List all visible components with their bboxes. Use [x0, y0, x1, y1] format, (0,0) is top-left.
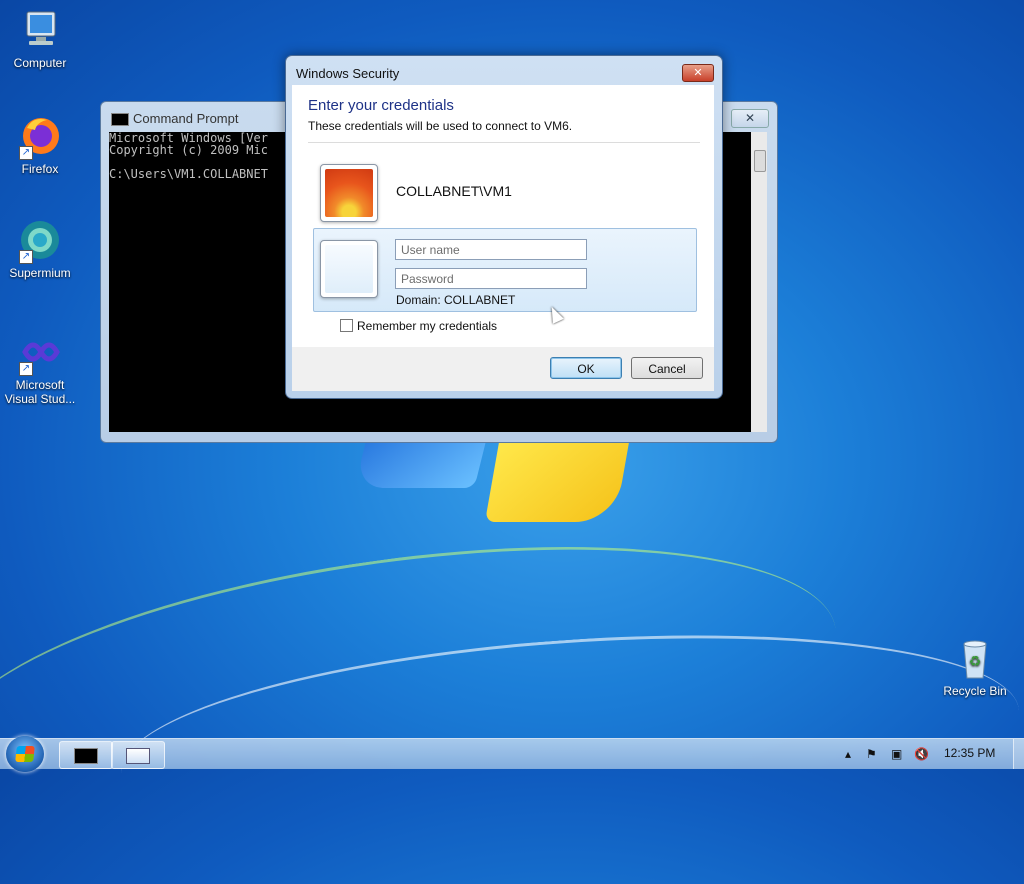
cmd-title-bar[interactable]: Command Prompt	[111, 111, 239, 127]
shortcut-arrow-icon: ↗	[19, 146, 33, 160]
desktop-icon-label: Supermium	[9, 266, 71, 280]
desktop-icon-visual-studio[interactable]: ↗ Microsoft Visual Stud...	[1, 330, 79, 406]
cmd-title: Command Prompt	[133, 111, 239, 126]
show-desktop-button[interactable]	[1013, 739, 1024, 769]
dialog-content: Enter your credentials These credentials…	[292, 85, 714, 347]
cancel-button[interactable]: Cancel	[631, 357, 703, 379]
desktop-icon-label: Firefox	[21, 162, 59, 176]
desktop-icon-firefox[interactable]: ↗ Firefox	[1, 114, 79, 176]
remember-label: Remember my credentials	[357, 319, 498, 333]
network-icon[interactable]: ▣	[891, 747, 902, 761]
command-prompt-icon	[111, 113, 129, 127]
wallpaper-logo-yellow	[484, 442, 630, 522]
taskbar: ▴ ⚑ ▣ 🔇 12:35 PM	[0, 736, 1024, 772]
supermium-icon: ↗	[17, 218, 63, 264]
shortcut-arrow-icon: ↗	[19, 250, 33, 264]
blank-avatar-icon	[325, 245, 373, 293]
dialog-title: Windows Security	[296, 66, 400, 81]
cmd-close-button[interactable]: ✕	[731, 109, 769, 128]
desktop-icon-label: Computer	[13, 56, 67, 70]
dialog-close-button[interactable]: ✕	[682, 64, 714, 82]
action-center-flag-icon[interactable]: ⚑	[866, 747, 877, 761]
divider	[308, 142, 700, 143]
svg-text:♻: ♻	[969, 654, 982, 670]
scrollbar-thumb[interactable]	[754, 150, 766, 172]
password-input[interactable]	[395, 268, 587, 289]
volume-muted-icon[interactable]: 🔇	[914, 747, 929, 761]
windows-security-dialog[interactable]: Windows Security ✕ Enter your credential…	[285, 55, 723, 399]
wallpaper-logo-blue	[354, 442, 486, 488]
checkbox[interactable]	[340, 319, 353, 332]
desktop-icon-computer[interactable]: Computer	[1, 8, 79, 70]
desktop-icon-recycle-bin[interactable]: ♻ Recycle Bin	[936, 636, 1014, 698]
taskbar-command-prompt[interactable]	[59, 741, 113, 769]
visual-studio-icon: ↗	[17, 330, 63, 376]
show-hidden-icons-icon[interactable]: ▴	[845, 747, 851, 761]
new-user-tile	[320, 240, 378, 298]
username-input[interactable]	[395, 239, 587, 260]
dialog-heading: Enter your credentials	[308, 97, 454, 114]
taskbar-remote-desktop[interactable]	[111, 741, 165, 769]
domain-label: Domain: COLLABNET	[396, 293, 516, 307]
cmd-scrollbar[interactable]	[751, 132, 767, 432]
firefox-icon: ↗	[17, 114, 63, 160]
dialog-subheading: These credentials will be used to connec…	[308, 119, 573, 133]
desktop-icon-label: Recycle Bin	[943, 684, 1007, 698]
saved-user-name[interactable]: COLLABNET\VM1	[396, 183, 512, 199]
saved-user-tile[interactable]	[320, 164, 378, 222]
start-button[interactable]	[6, 736, 44, 772]
computer-icon	[17, 8, 63, 54]
remember-credentials-checkbox[interactable]: Remember my credentials	[340, 319, 497, 333]
command-prompt-taskbar-icon	[74, 748, 98, 764]
taskbar-clock[interactable]: 12:35 PM	[944, 746, 995, 760]
shortcut-arrow-icon: ↗	[19, 362, 33, 376]
desktop-icon-label: Microsoft Visual Stud...	[4, 378, 76, 406]
desktop-icon-supermium[interactable]: ↗ Supermium	[1, 218, 79, 280]
ok-button[interactable]: OK	[550, 357, 622, 379]
user-avatar-icon	[325, 169, 373, 217]
windows-logo-icon	[15, 746, 35, 762]
recycle-bin-icon: ♻	[952, 636, 998, 682]
dialog-footer: OK Cancel	[292, 347, 714, 391]
remote-desktop-taskbar-icon	[126, 748, 150, 764]
